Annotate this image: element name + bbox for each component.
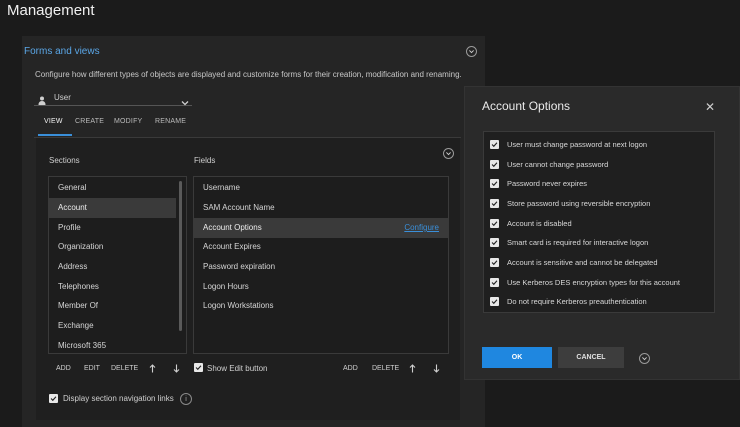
checkbox[interactable] <box>490 178 499 188</box>
list-item[interactable]: Password expiration <box>194 257 448 277</box>
ok-button[interactable]: OK <box>482 347 552 368</box>
option-row[interactable]: Use Kerberos DES encryption types for th… <box>490 275 680 289</box>
collapse-chevron-icon[interactable] <box>466 46 477 57</box>
option-label: Password never expires <box>507 178 588 188</box>
list-item[interactable]: SAM Account Name <box>194 198 448 218</box>
option-label: User must change password at next logon <box>507 139 648 149</box>
sections-scrollbar[interactable] <box>179 181 182 331</box>
option-row[interactable]: Account is sensitive and cannot be deleg… <box>490 255 658 269</box>
list-item[interactable]: Profile <box>49 218 186 238</box>
cancel-button[interactable]: CANCEL <box>558 347 624 368</box>
page-title: Management <box>7 2 95 19</box>
move-up-icon[interactable] <box>149 364 156 375</box>
move-up-icon[interactable] <box>409 364 416 375</box>
active-tab-indicator <box>38 134 72 136</box>
tab-create[interactable]: CREATE <box>75 118 104 125</box>
checkbox[interactable] <box>490 237 499 247</box>
checkbox[interactable] <box>490 159 499 169</box>
fields-toolbar: ADD DELETE <box>343 364 443 375</box>
option-label: Do not require Kerberos preauthenticatio… <box>507 296 647 306</box>
list-item[interactable]: Organization <box>49 237 186 257</box>
sections-list[interactable]: General Account Profile Organization Add… <box>48 176 187 354</box>
close-icon[interactable]: ✕ <box>705 100 715 114</box>
checkbox[interactable] <box>490 218 499 228</box>
option-row[interactable]: Password never expires <box>490 176 587 190</box>
display-nav-links-label: Display section navigation links <box>63 394 174 403</box>
display-nav-links-checkbox[interactable] <box>49 394 58 403</box>
sections-header: Sections <box>49 156 80 165</box>
list-item[interactable]: Logon Hours <box>194 277 448 297</box>
object-type-value: User <box>54 93 71 102</box>
expand-chevron-icon[interactable] <box>443 148 454 159</box>
option-row[interactable]: Do not require Kerberos preauthenticatio… <box>490 294 647 308</box>
add-section-button[interactable]: ADD <box>56 365 71 372</box>
list-item-label: Account Options <box>203 223 262 232</box>
account-options-list: User must change password at next logon … <box>483 131 715 313</box>
show-edit-checkbox[interactable] <box>194 363 203 372</box>
option-label: User cannot change password <box>507 159 609 169</box>
configure-link[interactable]: Configure <box>404 218 439 238</box>
checkbox[interactable] <box>490 277 499 287</box>
list-item[interactable]: Username <box>194 178 448 198</box>
option-label: Account is disabled <box>507 218 572 228</box>
list-item[interactable]: Exchange <box>49 316 186 336</box>
tab-modify[interactable]: MODIFY <box>114 118 142 125</box>
panel-description: Configure how different types of objects… <box>35 70 462 79</box>
option-row[interactable]: Smart card is required for interactive l… <box>490 235 648 249</box>
more-options-chevron-icon[interactable] <box>639 353 650 364</box>
sections-toolbar: ADD EDIT DELETE <box>56 364 186 375</box>
delete-field-button[interactable]: DELETE <box>372 365 399 372</box>
tab-rename[interactable]: RENAME <box>155 118 186 125</box>
option-row[interactable]: User must change password at next logon <box>490 137 647 151</box>
info-icon[interactable]: i <box>180 393 192 405</box>
checkbox[interactable] <box>490 296 499 306</box>
list-item[interactable]: Address <box>49 257 186 277</box>
option-row[interactable]: User cannot change password <box>490 157 608 171</box>
list-item[interactable]: Microsoft 365 <box>49 336 186 356</box>
fields-list[interactable]: Username SAM Account Name Account Option… <box>193 176 449 354</box>
list-item[interactable]: Account Expires <box>194 237 448 257</box>
option-row[interactable]: Account is disabled <box>490 216 572 230</box>
fields-header: Fields <box>194 156 216 165</box>
delete-section-button[interactable]: DELETE <box>111 365 138 372</box>
move-down-icon[interactable] <box>433 364 440 375</box>
list-item[interactable]: Account <box>49 198 176 218</box>
panel-title[interactable]: Forms and views <box>24 46 100 57</box>
list-item-selected[interactable]: Account Options Configure <box>194 218 448 238</box>
list-item[interactable]: Member Of <box>49 296 186 316</box>
chevron-down-icon <box>181 93 189 111</box>
move-down-icon[interactable] <box>173 364 180 375</box>
option-label: Account is sensitive and cannot be deleg… <box>507 257 658 267</box>
dialog-title: Account Options <box>482 99 571 113</box>
list-item[interactable]: General <box>49 178 186 198</box>
object-type-select[interactable]: User <box>34 88 192 106</box>
list-item[interactable]: Logon Workstations <box>194 296 448 316</box>
show-edit-label: Show Edit button <box>207 364 268 373</box>
option-row[interactable]: Store password using reversible encrypti… <box>490 196 650 210</box>
user-icon <box>38 92 46 110</box>
option-label: Smart card is required for interactive l… <box>507 237 649 247</box>
tab-view[interactable]: VIEW <box>44 118 63 125</box>
option-label: Store password using reversible encrypti… <box>507 198 651 208</box>
checkbox[interactable] <box>490 198 499 208</box>
edit-section-button[interactable]: EDIT <box>84 365 100 372</box>
list-item[interactable]: Telephones <box>49 277 186 297</box>
checkbox[interactable] <box>490 257 499 267</box>
checkbox[interactable] <box>490 139 499 149</box>
add-field-button[interactable]: ADD <box>343 365 358 372</box>
option-label: Use Kerberos DES encryption types for th… <box>507 277 680 287</box>
